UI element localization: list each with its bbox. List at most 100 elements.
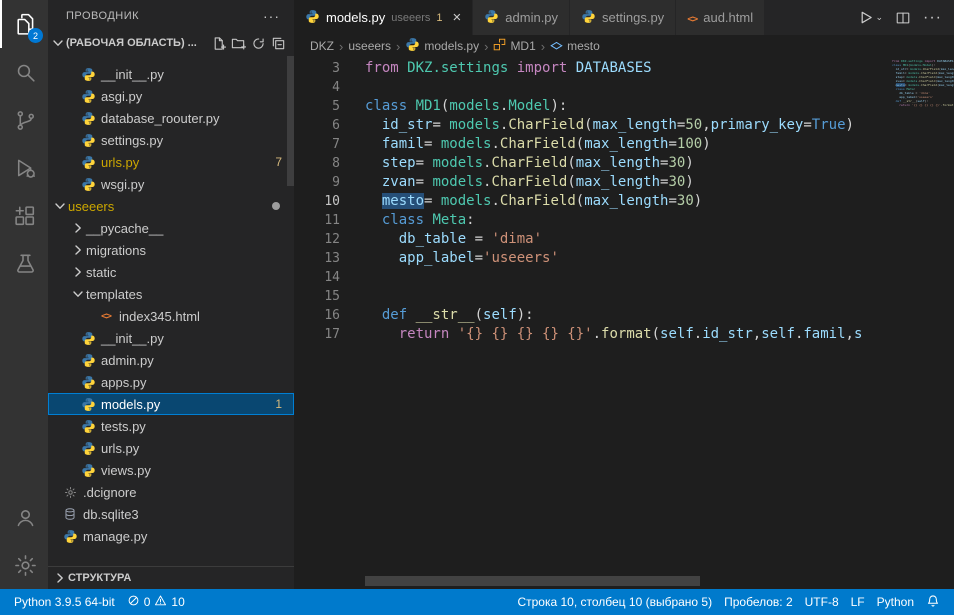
tree-item-urls-py[interactable]: urls.py [48,437,294,459]
tree-item-templates[interactable]: templates [48,283,294,305]
breadcrumb-dkz[interactable]: DKZ [310,39,334,53]
code-line-17[interactable]: 17 return '{} {} {} {} {}'.format(self.i… [294,325,892,344]
breadcrumb-models-py[interactable]: models.py [405,37,479,55]
tree-item-settings-py[interactable]: settings.py [48,129,294,151]
tree-item-tests-py[interactable]: tests.py [48,415,294,437]
code-text: step= models.CharField(max_length=30) [340,154,694,173]
python-file-icon [80,110,96,126]
code-editor[interactable]: 3from DKZ.settings import DATABASES45cla… [294,57,954,589]
status-python-version[interactable]: Python 3.9.5 64-bit [8,589,121,615]
outline-section-header[interactable]: СТРУКТУРА [48,566,294,589]
code-line-7[interactable]: 7 famil= models.CharField(max_length=100… [294,135,892,154]
tree-item-dcignore[interactable]: .dcignore [48,481,294,503]
circle-slash-icon [127,594,140,610]
collapse-all-icon[interactable] [268,33,288,53]
tree-item-static[interactable]: static [48,261,294,283]
tree-item-migrations[interactable]: migrations [48,239,294,261]
python-file-icon [80,154,96,170]
status-text: Python [877,595,914,609]
status-cursor-position[interactable]: Строка 10, столбец 10 (выбрано 5) [511,589,718,615]
tree-item-admin-py[interactable]: admin.py [48,349,294,371]
tree-item-views-py[interactable]: views.py [48,459,294,481]
sidebar-title: ПРОВОДНИК [66,10,139,22]
tree-item-label: .dcignore [83,485,136,500]
status-encoding[interactable]: UTF-8 [799,589,845,615]
code-line-8[interactable]: 8 step= models.CharField(max_length=30) [294,154,892,173]
new-file-icon[interactable] [208,33,228,53]
activity-accounts[interactable] [0,493,48,541]
close-icon[interactable]: × [453,10,462,25]
breadcrumb-label: MD1 [510,39,535,53]
tab-models-py[interactable]: models.pyuseeers1× [294,0,473,35]
python-file-icon [80,176,96,192]
tree-item-db-sqlite3[interactable]: db.sqlite3 [48,503,294,525]
tree-item-urls-py[interactable]: urls.py7 [48,151,294,173]
breadcrumb-md1[interactable]: MD1 [493,38,535,54]
tree-item-asgi-py[interactable]: asgi.py [48,85,294,107]
code-line-9[interactable]: 9 zvan= models.CharField(max_length=30) [294,173,892,192]
code-line-13[interactable]: 13 app_label='useeers' [294,249,892,268]
code-line-15[interactable]: 15 [294,287,892,306]
activity-settings[interactable] [0,541,48,589]
tree-item-apps-py[interactable]: apps.py [48,371,294,393]
status-problems[interactable]: 010 [121,589,191,615]
new-folder-icon[interactable] [228,33,248,53]
code-line-3[interactable]: 3from DKZ.settings import DATABASES [294,59,892,78]
code-line-5[interactable]: 5class MD1(models.Model): [294,97,892,116]
split-editor-button[interactable] [895,10,911,26]
code-line-12[interactable]: 12 db_table = 'dima' [294,230,892,249]
tab-aud-html[interactable]: <>aud.html [676,0,765,35]
status-text: Пробелов: 2 [724,595,793,609]
more-actions-button[interactable]: ··· [923,9,942,27]
badge: 2 [28,28,43,43]
sidebar-scrollbar[interactable] [287,56,294,186]
code-line-4[interactable]: 4 [294,78,892,97]
activity-explorer[interactable]: 2 [0,0,48,48]
code-line-6[interactable]: 6 id_str= models.CharField(max_length=50… [294,116,892,135]
tree-item-label: database_roouter.py [101,111,220,126]
run-button[interactable]: ⌄ [857,9,883,26]
tree-item-label: __pycache__ [86,221,163,236]
git-icon [13,108,38,133]
code-text: famil= models.CharField(max_length=100) [340,135,711,154]
activity-run-debug[interactable] [0,144,48,192]
minimap[interactable]: from DKZ.settings import DATABASESclass … [888,59,954,589]
breadcrumb-useeers[interactable]: useeers [348,39,391,53]
status-eol[interactable]: LF [845,589,871,615]
symbol-field-icon [550,38,563,54]
activity-bar: 2 [0,0,48,589]
code-line-11[interactable]: 11 class Meta: [294,211,892,230]
tree-item-wsgi-py[interactable]: wsgi.py [48,173,294,195]
breadcrumb-mesto[interactable]: mesto [550,38,600,54]
tree-item-clipped[interactable] [48,54,294,63]
status-notifications[interactable] [920,589,946,615]
code-line-14[interactable]: 14 [294,268,892,287]
code-text [340,78,365,97]
tree-item-init-py[interactable]: __init__.py [48,63,294,85]
tab-admin-py[interactable]: admin.py [473,0,570,35]
code-text: from DKZ.settings import DATABASES [340,59,652,78]
more-actions-icon[interactable]: ··· [263,8,280,24]
tree-item-models-py[interactable]: models.py1 [48,393,294,415]
tree-item-useeers[interactable]: useeers [48,195,294,217]
horizontal-scrollbar[interactable] [365,576,700,586]
status-language[interactable]: Python [871,589,920,615]
activity-extensions[interactable] [0,192,48,240]
vscode-window: 2 ПРОВОДНИК ··· (РАБОЧАЯ ОБЛАСТЬ) ... __… [0,0,954,589]
code-line-16[interactable]: 16 def __str__(self): [294,306,892,325]
workspace-section-header[interactable]: (РАБОЧАЯ ОБЛАСТЬ) ... [48,32,294,54]
tree-item-pycache[interactable]: __pycache__ [48,217,294,239]
activity-source-control[interactable] [0,96,48,144]
status-indentation[interactable]: Пробелов: 2 [718,589,799,615]
tree-item-database-roouter-py[interactable]: database_roouter.py [48,107,294,129]
refresh-icon[interactable] [248,33,268,53]
activity-search[interactable] [0,48,48,96]
line-number: 17 [294,325,340,344]
code-line-10[interactable]: 10 mesto= models.CharField(max_length=30… [294,192,892,211]
tree-item-manage-py[interactable]: manage.py [48,525,294,547]
activity-testing[interactable] [0,240,48,288]
tab-settings-py[interactable]: settings.py [570,0,676,35]
html-file-icon: <> [98,308,114,324]
tree-item-init-py[interactable]: __init__.py [48,327,294,349]
tree-item-index345-html[interactable]: <>index345.html [48,305,294,327]
